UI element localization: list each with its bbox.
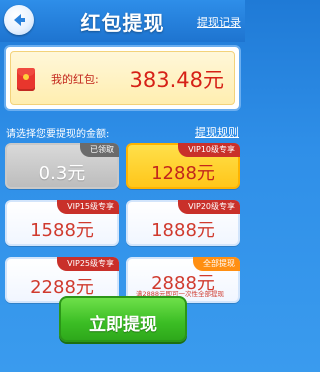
vip-badge: VIP25级专享 — [57, 257, 119, 271]
claimed-badge: 已领取 — [80, 143, 119, 157]
option-amount: 1288元 — [151, 163, 215, 184]
balance-panel: 我的红包: 383.48元 — [4, 45, 241, 111]
amount-option-1888[interactable]: VIP20级专享 1888元 — [126, 200, 240, 246]
vip-badge: VIP10级专享 — [178, 143, 240, 157]
amount-option-1588[interactable]: VIP15级专享 1588元 — [5, 200, 119, 246]
balance-card: 我的红包: 383.48元 — [10, 51, 235, 105]
vip-badge: VIP20级专享 — [178, 200, 240, 214]
withdraw-now-button[interactable]: 立即提现 — [59, 296, 187, 342]
amount-option-0-3[interactable]: 已领取 0.3元 — [5, 143, 119, 189]
withdraw-rules-link[interactable]: 提现规则 — [195, 124, 239, 140]
withdraw-now-label: 立即提现 — [89, 315, 157, 335]
option-amount: 1888元 — [151, 220, 215, 241]
balance-label: 我的红包: — [51, 73, 99, 86]
amount-option-1288[interactable]: VIP10级专享 1288元 — [126, 143, 240, 189]
withdraw-records-link[interactable]: 提现记录 — [197, 14, 241, 30]
balance-amount: 383.48元 — [129, 68, 224, 92]
option-amount: 0.3元 — [38, 163, 86, 184]
top-bar: 红包提现 提现记录 — [0, 0, 245, 42]
red-packet-icon — [17, 68, 35, 91]
option-amount: 1588元 — [30, 220, 94, 241]
vip-badge: VIP15级专享 — [57, 200, 119, 214]
choose-amount-label: 请选择您要提现的金额: — [6, 129, 110, 140]
